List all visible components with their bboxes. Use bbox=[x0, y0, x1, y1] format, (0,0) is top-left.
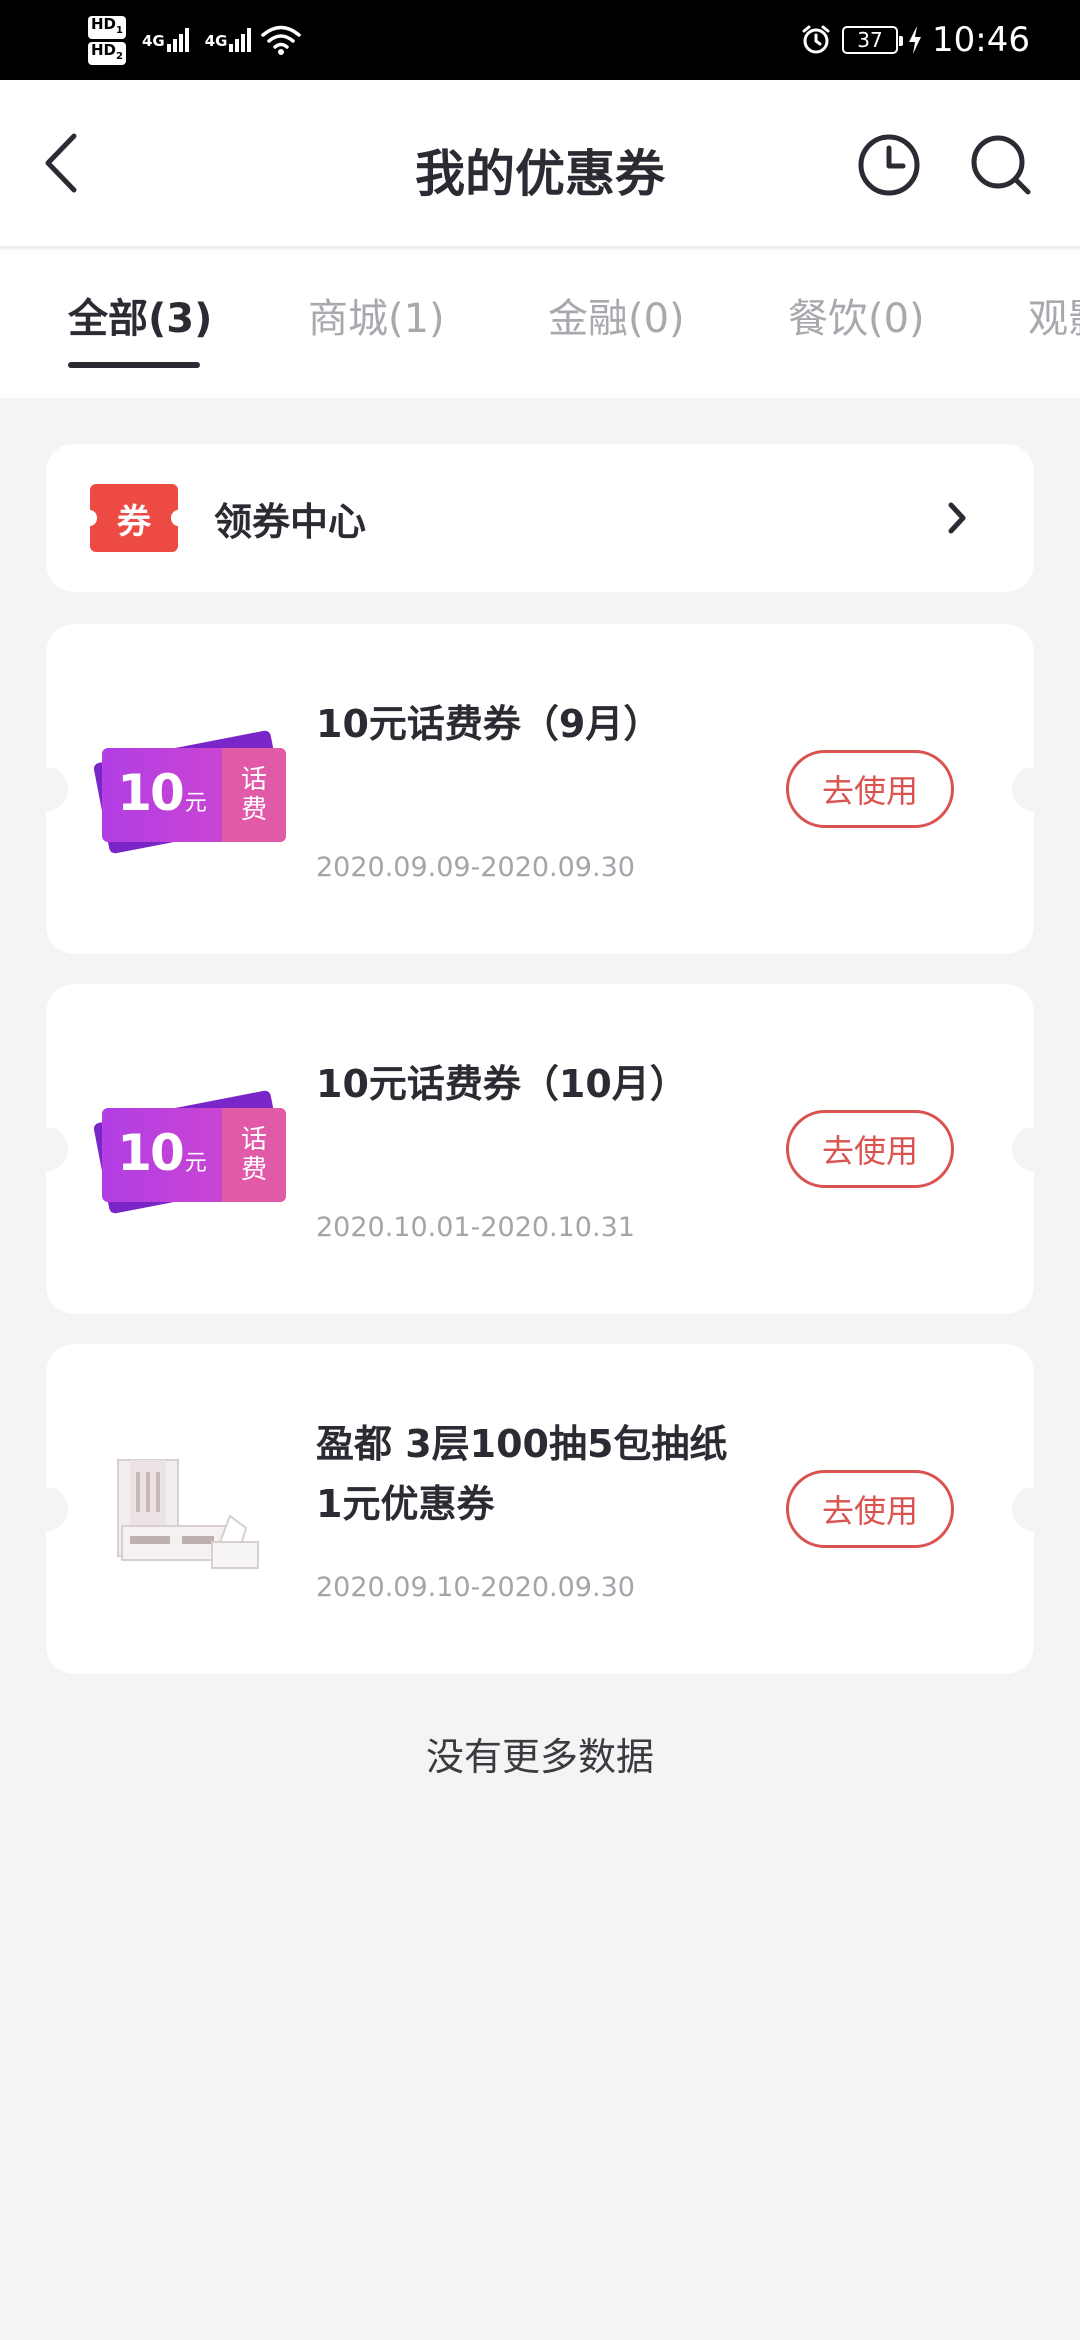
card-notch bbox=[24, 1487, 68, 1531]
ticket-side-text: 费 bbox=[240, 795, 267, 825]
search-button[interactable] bbox=[968, 132, 1034, 198]
coupon-card: 10 元 话费 10元话费券（9月） 2020.09.09-2020.09.30 … bbox=[24, 624, 1056, 954]
tab-movies[interactable]: 观影 bbox=[1028, 286, 1080, 344]
no-more-data-text: 没有更多数据 bbox=[425, 1735, 654, 1779]
hd1-badge: HD1 bbox=[88, 15, 126, 39]
history-clock-icon bbox=[858, 134, 920, 196]
app-header: 我的优惠券 bbox=[0, 80, 1080, 248]
network-type-sim2: 4G bbox=[204, 32, 228, 50]
coupon-validity: 2020.10.01-2020.10.31 bbox=[316, 1212, 635, 1243]
card-notch bbox=[1012, 1127, 1056, 1171]
active-tab-indicator bbox=[68, 362, 200, 368]
coupon-card: 盈都 3层100抽5包抽纸 1元优惠券 2020.09.10-2020.09.3… bbox=[24, 1344, 1056, 1674]
history-button[interactable] bbox=[856, 132, 922, 198]
tab-mall[interactable]: 商城(1) bbox=[308, 286, 445, 344]
ticket-amount: 10 bbox=[117, 1124, 185, 1182]
tab-dining[interactable]: 餐饮(0) bbox=[788, 286, 925, 344]
card-notch bbox=[24, 767, 68, 811]
coupon-ticket-icon: 券 bbox=[83, 484, 185, 552]
tab-all[interactable]: 全部(3) bbox=[68, 286, 212, 344]
coupon-title: 盈都 3层100抽5包抽纸 1元优惠券 bbox=[316, 1422, 728, 1526]
signal-icon-sim1: 4G bbox=[142, 28, 189, 52]
charging-icon bbox=[909, 26, 922, 54]
card-notch bbox=[1012, 1487, 1056, 1531]
ticket-unit: 元 bbox=[184, 791, 207, 816]
use-coupon-button[interactable]: 去使用 bbox=[786, 1110, 954, 1188]
status-right: 37 10:46 bbox=[800, 20, 1030, 60]
signal-icon-sim2: 4G bbox=[205, 28, 252, 52]
chevron-right-icon bbox=[948, 502, 966, 534]
phone-credit-ticket-icon: 10 元 话费 bbox=[92, 1084, 294, 1224]
status-left: HD1 HD2 4G 4G bbox=[88, 15, 302, 65]
category-tabs: 全部(3) 商城(1) 金融(0) 餐饮(0) 观影 bbox=[0, 250, 1080, 398]
coupon-validity: 2020.09.10-2020.09.30 bbox=[316, 1572, 635, 1603]
network-type-sim1: 4G bbox=[141, 32, 165, 50]
search-icon bbox=[971, 135, 1031, 195]
ticket-side-text: 费 bbox=[240, 1155, 267, 1185]
phone-credit-ticket-icon: 10 元 话费 bbox=[92, 724, 294, 864]
hd2-badge: HD2 bbox=[88, 41, 126, 65]
ticket-amount: 10 bbox=[117, 764, 185, 822]
ticket-unit: 元 bbox=[184, 1151, 207, 1176]
alarm-icon bbox=[802, 25, 830, 54]
ticket-side-text: 话 bbox=[240, 1125, 267, 1155]
tissue-product-image bbox=[117, 1459, 259, 1569]
ticket-side-text: 话 bbox=[240, 765, 267, 795]
coupon-center-entry[interactable]: 券 领券中心 bbox=[46, 444, 1034, 592]
clock-time: 10:46 bbox=[932, 20, 1030, 60]
coupon-center-label: 领券中心 bbox=[214, 499, 367, 544]
status-bar: HD1 HD2 4G 4G 37 10:46 bbox=[0, 0, 1080, 80]
hd-indicators: HD1 HD2 bbox=[88, 15, 126, 65]
card-notch bbox=[1012, 767, 1056, 811]
tab-finance[interactable]: 金融(0) bbox=[548, 286, 685, 344]
wifi-icon bbox=[261, 25, 302, 55]
use-coupon-button[interactable]: 去使用 bbox=[786, 1470, 954, 1548]
use-coupon-button[interactable]: 去使用 bbox=[786, 750, 954, 828]
coupon-card: 10 元 话费 10元话费券（10月） 2020.10.01-2020.10.31… bbox=[24, 984, 1056, 1314]
coupon-validity: 2020.09.09-2020.09.30 bbox=[316, 852, 635, 883]
coupon-title: 10元话费券（10月） bbox=[316, 1062, 688, 1106]
card-notch bbox=[24, 1127, 68, 1171]
battery-icon: 37 bbox=[842, 26, 904, 54]
coupon-title: 10元话费券（9月） bbox=[316, 702, 662, 746]
